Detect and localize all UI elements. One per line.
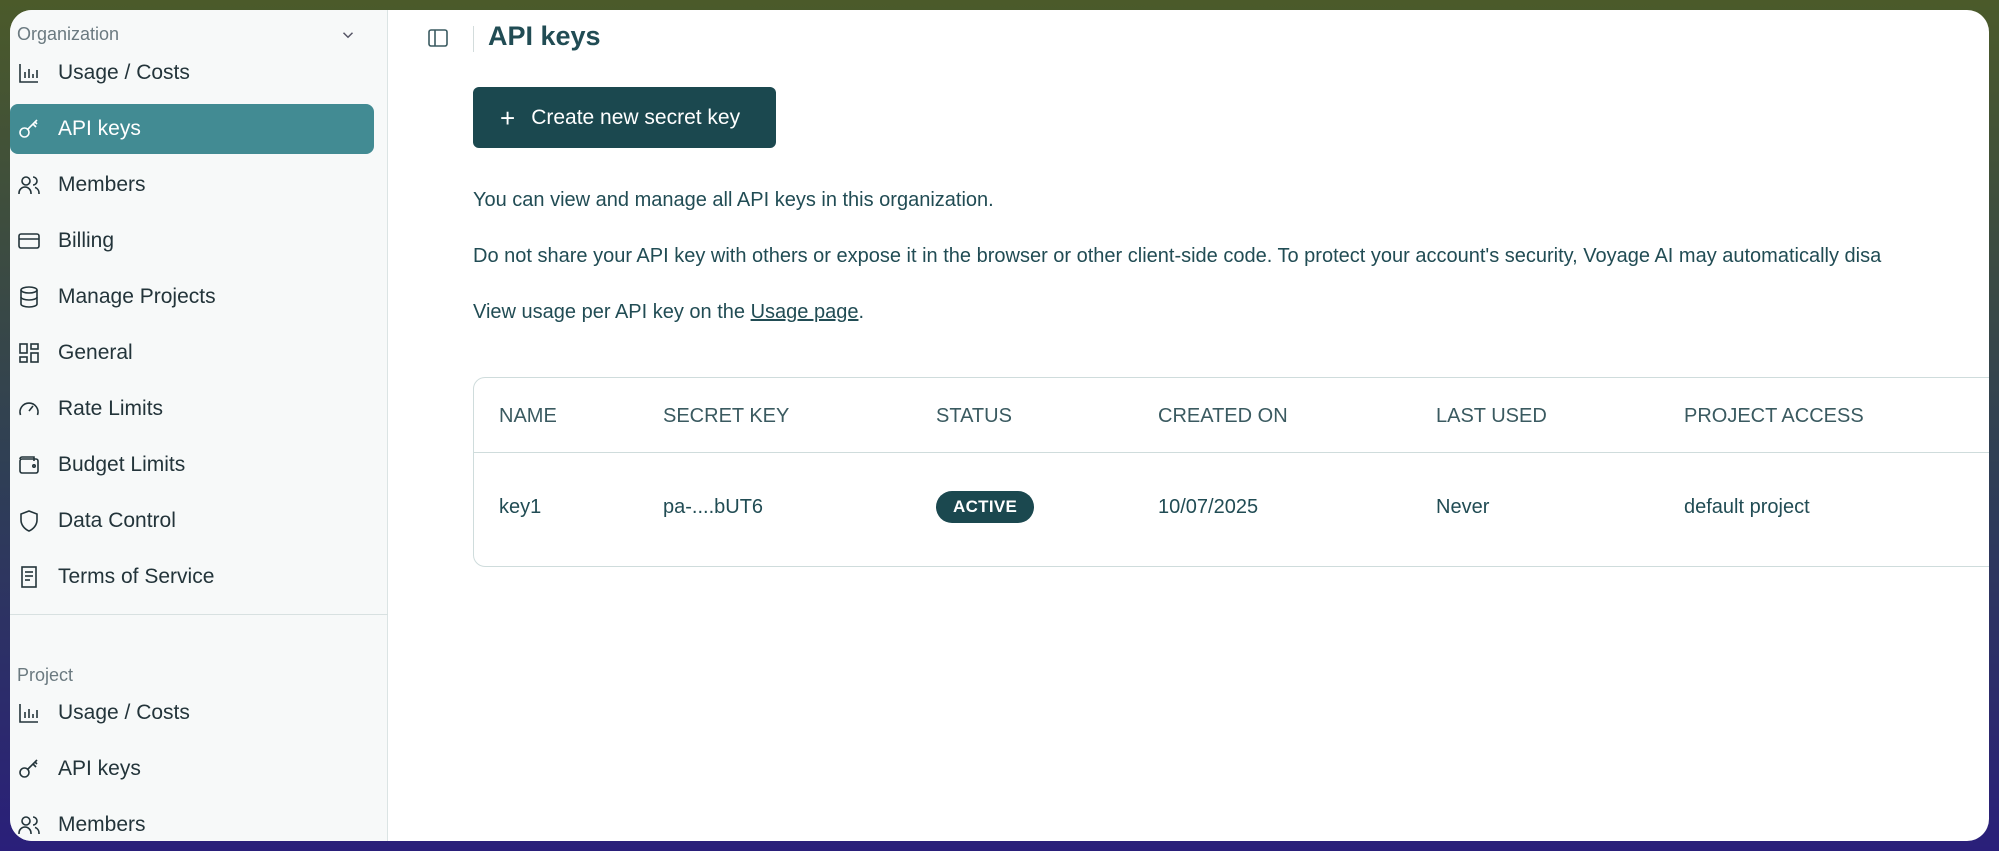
sidebar-item-label: API keys bbox=[58, 757, 141, 780]
status-badge: ACTIVE bbox=[936, 491, 1035, 523]
sidebar-item-terms-of-service[interactable]: Terms of Service bbox=[10, 552, 374, 602]
sidebar-item-data-control[interactable]: Data Control bbox=[10, 496, 374, 546]
cell-project-access: default project bbox=[1684, 496, 1810, 518]
column-header-secret-key: SECRET KEY bbox=[663, 405, 790, 427]
sidebar-item-label: Budget Limits bbox=[58, 453, 186, 476]
database-icon bbox=[16, 284, 42, 310]
dashboard-icon bbox=[16, 340, 42, 366]
header-separator bbox=[473, 26, 474, 52]
sidebar-item-label: API keys bbox=[58, 117, 141, 140]
sidebar-item-label: Usage / Costs bbox=[58, 61, 190, 84]
column-header-project-access: PROJECT ACCESS bbox=[1684, 405, 1864, 427]
create-new-secret-key-button[interactable]: + Create new secret key bbox=[473, 87, 776, 148]
column-header-status: STATUS bbox=[936, 405, 1012, 427]
column-header-created-on: CREATED ON bbox=[1158, 405, 1288, 427]
sidebar-item-label: Terms of Service bbox=[58, 565, 215, 588]
sidebar-toggle-button[interactable] bbox=[424, 24, 452, 52]
bar-chart-icon bbox=[16, 60, 42, 86]
sidebar-item-rate-limits[interactable]: Rate Limits bbox=[10, 384, 374, 434]
usage-page-link[interactable]: Usage page bbox=[751, 301, 859, 323]
sidebar-item-billing[interactable]: Billing bbox=[10, 216, 374, 266]
info-text-manage: You can view and manage all API keys in … bbox=[473, 189, 994, 211]
users-icon bbox=[16, 812, 42, 838]
main-content: API keys + Create new secret key You can… bbox=[388, 10, 1989, 841]
key-icon bbox=[16, 756, 42, 782]
api-keys-table: NAME SECRET KEY STATUS CREATED ON LAST U… bbox=[473, 377, 1989, 567]
credit-card-icon bbox=[16, 228, 42, 254]
wallet-icon bbox=[16, 452, 42, 478]
sidebar-item-general[interactable]: General bbox=[10, 328, 374, 378]
sidebar-divider bbox=[10, 614, 388, 615]
sidebar: Organization Usage / Costs API keys Memb… bbox=[10, 10, 388, 841]
project-section-header: Project bbox=[17, 665, 357, 686]
sidebar-item-label: Data Control bbox=[58, 509, 176, 532]
organization-section-header[interactable]: Organization bbox=[17, 24, 357, 45]
sidebar-item-label: Manage Projects bbox=[58, 285, 216, 308]
plus-icon: + bbox=[500, 102, 516, 133]
sidebar-item-usage-costs[interactable]: Usage / Costs bbox=[10, 48, 374, 98]
info-text-security: Do not share your API key with others or… bbox=[473, 245, 1882, 267]
document-icon bbox=[16, 564, 42, 590]
sidebar-item-label: General bbox=[58, 341, 133, 364]
info-usage-suffix: . bbox=[858, 301, 865, 323]
project-header-label: Project bbox=[17, 665, 74, 685]
gauge-icon bbox=[16, 396, 42, 422]
sidebar-item-label: Members bbox=[58, 813, 146, 836]
bar-chart-icon bbox=[16, 700, 42, 726]
sidebar-item-api-keys[interactable]: API keys bbox=[10, 104, 374, 154]
shield-icon bbox=[16, 508, 42, 534]
sidebar-item-label: Rate Limits bbox=[58, 397, 164, 420]
users-icon bbox=[16, 172, 42, 198]
sidebar-item-label: Members bbox=[58, 173, 146, 196]
page-title: API keys bbox=[488, 21, 601, 51]
sidebar-item-label: Billing bbox=[58, 229, 115, 252]
key-icon bbox=[16, 116, 42, 142]
cell-secret-key: pa-....bUT6 bbox=[663, 496, 764, 518]
cell-last-used: Never bbox=[1436, 496, 1490, 518]
chevron-down-icon bbox=[342, 31, 354, 38]
create-button-label: Create new secret key bbox=[531, 105, 741, 129]
sidebar-item-manage-projects[interactable]: Manage Projects bbox=[10, 272, 374, 322]
sidebar-item-label: Usage / Costs bbox=[58, 701, 190, 724]
app-window: Organization Usage / Costs API keys Memb… bbox=[10, 10, 1989, 841]
sidebar-item-project-api-keys[interactable]: API keys bbox=[10, 744, 374, 794]
column-header-last-used: LAST USED bbox=[1436, 405, 1547, 427]
cell-created-on: 10/07/2025 bbox=[1158, 496, 1259, 518]
table-header: NAME SECRET KEY STATUS CREATED ON LAST U… bbox=[474, 378, 1989, 453]
cell-name: key1 bbox=[499, 496, 542, 518]
info-usage-prefix: View usage per API key on the bbox=[473, 301, 751, 323]
sidebar-panel-icon bbox=[428, 29, 448, 47]
info-text-usage: View usage per API key on the Usage page… bbox=[473, 301, 864, 324]
sidebar-item-project-usage-costs[interactable]: Usage / Costs bbox=[10, 688, 374, 738]
organization-header-label: Organization bbox=[17, 24, 120, 44]
sidebar-item-budget-limits[interactable]: Budget Limits bbox=[10, 440, 374, 490]
column-header-name: NAME bbox=[499, 405, 557, 427]
sidebar-item-members[interactable]: Members bbox=[10, 160, 374, 210]
sidebar-item-project-members[interactable]: Members bbox=[10, 800, 374, 841]
